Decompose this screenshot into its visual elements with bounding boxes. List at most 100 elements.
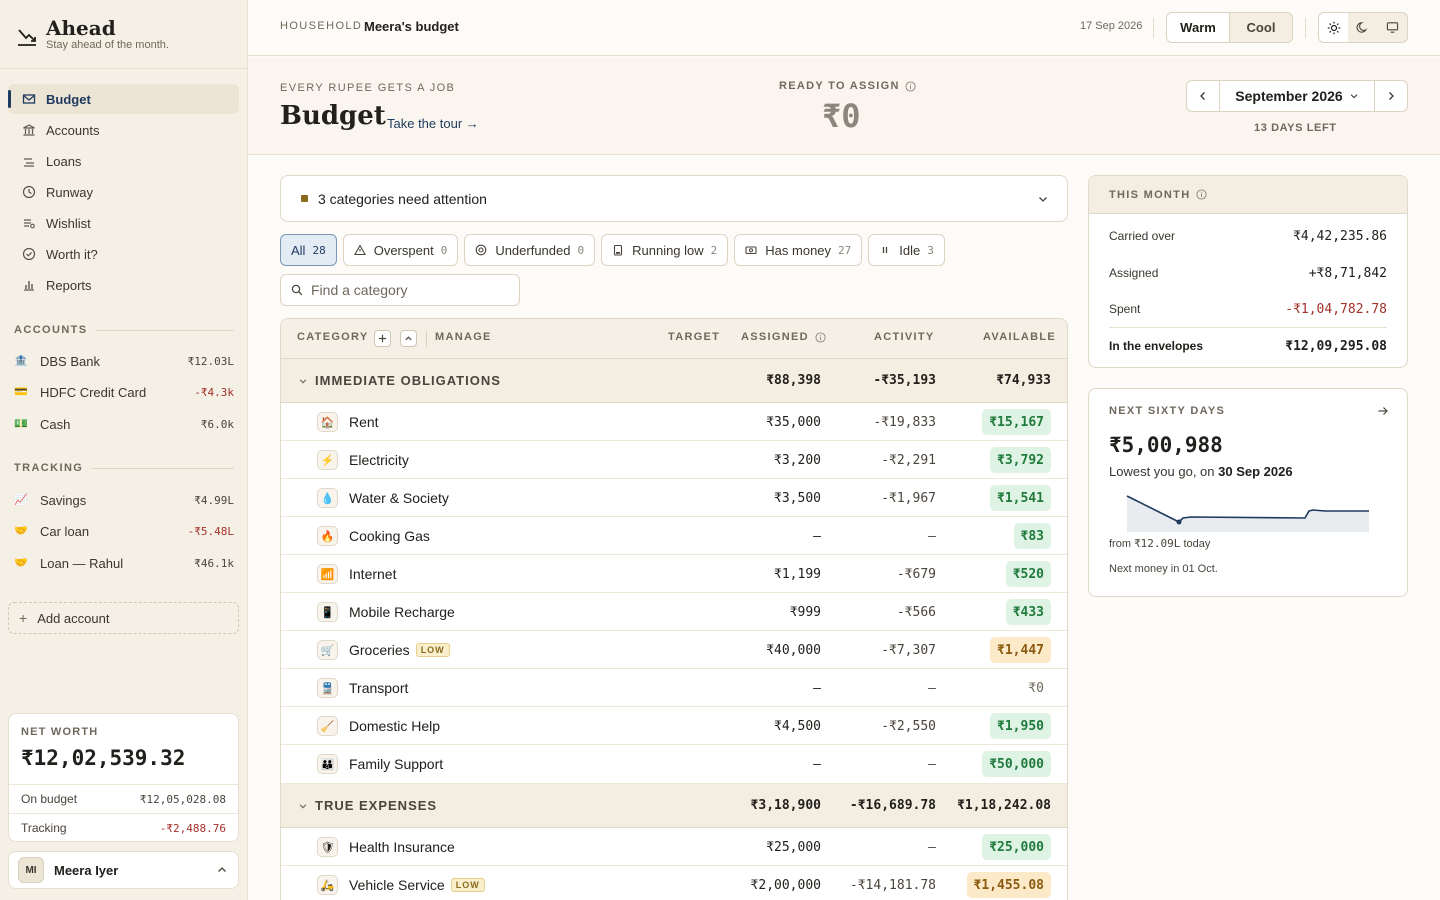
nav-item-runway[interactable]: Runway	[8, 177, 239, 207]
next-sixty-days-card[interactable]: NEXT SIXTY DAYS ₹5,00,988 Lowest you go,…	[1088, 388, 1408, 597]
nav-item-wishlist[interactable]: Wishlist	[8, 208, 239, 238]
tracking-item-loan-rahul[interactable]: 🤝 Loan — Rahul ₹46.1k	[14, 551, 234, 575]
available-pill[interactable]: ₹25,000	[982, 834, 1051, 860]
assigned-input[interactable]: ₹25,000	[766, 840, 821, 855]
system-mode-button[interactable]	[1378, 13, 1407, 42]
filter-count: 0	[577, 243, 585, 257]
filter-idle[interactable]: Idle 3	[868, 234, 945, 266]
account-item-cash[interactable]: 💵 Cash ₹6.0k	[14, 412, 234, 436]
assigned-input[interactable]: ₹3,500	[774, 491, 821, 506]
category-row-electricity[interactable]: ⚡ Electricity ₹3,200 -₹2,291 ₹3,792	[281, 441, 1067, 479]
category-row-vehicle-service[interactable]: 🛵 Vehicle Service LOW ₹2,00,000 -₹14,181.…	[281, 866, 1067, 900]
filter-overspent[interactable]: Overspent 0	[342, 234, 459, 266]
activity-value[interactable]: –	[928, 529, 936, 544]
nav-item-loans[interactable]: Loans	[8, 146, 239, 176]
category-row-family-support[interactable]: 👪 Family Support – – ₹50,000	[281, 745, 1067, 784]
nav-item-worth-it[interactable]: Worth it?	[8, 239, 239, 269]
assigned-input[interactable]: –	[813, 529, 821, 544]
info-icon[interactable]	[1196, 189, 1207, 200]
activity-value[interactable]: –	[928, 840, 936, 855]
category-row-internet[interactable]: 📶 Internet ₹1,199 -₹679 ₹520	[281, 555, 1067, 593]
take-tour-link[interactable]: Take the tour →	[387, 116, 479, 131]
assigned-input[interactable]: ₹40,000	[766, 643, 821, 658]
theme-option-cool[interactable]: Cool	[1230, 13, 1292, 42]
nav-item-reports[interactable]: Reports	[8, 270, 239, 300]
category-row-transport[interactable]: 🚆 Transport – – ₹0	[281, 669, 1067, 707]
assigned-input[interactable]: ₹999	[790, 605, 821, 620]
available-pill[interactable]: ₹50,000	[982, 751, 1051, 777]
assigned-input[interactable]: ₹35,000	[766, 415, 821, 430]
available-pill[interactable]: ₹520	[1005, 561, 1051, 587]
activity-value[interactable]: -₹679	[897, 567, 936, 582]
attention-banner[interactable]: 3 categories need attention	[280, 175, 1068, 222]
info-icon[interactable]	[815, 332, 826, 343]
available-pill[interactable]: ₹433	[1005, 599, 1051, 625]
activity-value[interactable]: -₹7,307	[881, 643, 936, 658]
filter-has-money[interactable]: Has money 27	[734, 234, 863, 266]
available-pill[interactable]: ₹1,541	[990, 485, 1051, 511]
activity-value[interactable]: -₹19,833	[873, 415, 936, 430]
available-pill[interactable]: ₹1,455.08	[966, 872, 1051, 898]
assigned-input[interactable]: –	[813, 757, 821, 772]
this-month-card: THIS MONTH Carried over ₹4,42,235.86 Ass…	[1088, 175, 1408, 368]
filter-all[interactable]: All 28	[280, 234, 337, 266]
category-row-health-insurance[interactable]: 🛡 Health Insurance ₹25,000 – ₹25,000	[281, 828, 1067, 866]
brand[interactable]: Ahead Stay ahead of the month.	[16, 16, 232, 60]
category-row-cooking-gas[interactable]: 🔥 Cooking Gas – – ₹83	[281, 517, 1067, 555]
theme-option-warm[interactable]: Warm	[1167, 13, 1230, 42]
next-month-button[interactable]	[1374, 81, 1407, 111]
collapse-all-button[interactable]	[400, 330, 417, 347]
filter-label: All	[291, 242, 306, 258]
dark-mode-button[interactable]	[1348, 13, 1377, 42]
category-row-rent[interactable]: 🏠 Rent ₹35,000 -₹19,833 ₹15,167	[281, 403, 1067, 441]
light-mode-button[interactable]	[1319, 13, 1349, 42]
tracking-item-savings[interactable]: 📈 Savings ₹4.99L	[14, 488, 234, 512]
scooter-icon: 🛵	[317, 875, 338, 895]
manage-button[interactable]: MANAGE	[435, 331, 492, 343]
available-pill[interactable]: ₹1,447	[990, 637, 1051, 663]
household-name[interactable]: Meera's budget	[364, 19, 459, 34]
activity-value[interactable]: –	[928, 757, 936, 772]
activity-value[interactable]: -₹1,967	[881, 491, 936, 506]
available-pill[interactable]: ₹3,792	[990, 447, 1051, 473]
tracking-item-car-loan[interactable]: 🤝 Car loan -₹5.48L	[14, 519, 234, 543]
assigned-input[interactable]: –	[813, 681, 821, 696]
category-group-true-expenses[interactable]: TRUE EXPENSES ₹3,18,900 -₹16,689.78 ₹1,1…	[281, 784, 1067, 828]
info-icon[interactable]	[905, 80, 916, 92]
column-header-category[interactable]: CATEGORY	[297, 331, 369, 343]
activity-value[interactable]: -₹2,550	[881, 719, 936, 734]
available-pill[interactable]: ₹83	[1013, 523, 1051, 549]
chevron-down-icon[interactable]	[298, 376, 308, 386]
assigned-input[interactable]: ₹3,200	[774, 453, 821, 468]
category-search-input[interactable]	[311, 282, 511, 298]
category-row-mobile-recharge[interactable]: 📱 Mobile Recharge ₹999 -₹566 ₹433	[281, 593, 1067, 631]
nav-item-accounts[interactable]: Accounts	[8, 115, 239, 145]
available-pill[interactable]: ₹0	[1021, 675, 1051, 701]
category-group-immediate-obligations[interactable]: IMMEDIATE OBLIGATIONS ₹88,398 -₹35,193 ₹…	[281, 359, 1067, 403]
account-item-hdfc-credit-card[interactable]: 💳 HDFC Credit Card -₹4.3k	[14, 380, 234, 404]
spent-label: Spent	[1109, 302, 1141, 316]
nav-item-budget[interactable]: Budget	[8, 84, 239, 114]
account-item-dbs-bank[interactable]: 🏦 DBS Bank ₹12.03L	[14, 349, 234, 373]
category-row-domestic-help[interactable]: 🧹 Domestic Help ₹4,500 -₹2,550 ₹1,950	[281, 707, 1067, 745]
category-row-groceries[interactable]: 🛒 Groceries LOW ₹40,000 -₹7,307 ₹1,447	[281, 631, 1067, 669]
category-row-water-society[interactable]: 💧 Water & Society ₹3,500 -₹1,967 ₹1,541	[281, 479, 1067, 517]
filter-underfunded[interactable]: Underfunded 0	[464, 234, 596, 266]
activity-value[interactable]: -₹14,181.78	[850, 878, 936, 893]
chevron-down-icon[interactable]	[298, 801, 308, 811]
available-pill[interactable]: ₹15,167	[982, 409, 1051, 435]
add-account-button[interactable]: + Add account	[8, 602, 239, 634]
add-group-button[interactable]	[374, 330, 391, 347]
assigned-input[interactable]: ₹1,199	[774, 567, 821, 582]
filter-running-low[interactable]: Running low 2	[601, 234, 729, 266]
assigned-input[interactable]: ₹2,00,000	[751, 878, 821, 893]
month-select[interactable]: September 2026	[1220, 81, 1374, 111]
previous-month-button[interactable]	[1187, 81, 1220, 111]
user-menu[interactable]: MI Meera Iyer	[8, 851, 239, 889]
assigned-input[interactable]: ₹4,500	[774, 719, 821, 734]
arrow-right-icon[interactable]	[1377, 405, 1389, 417]
activity-value[interactable]: -₹566	[897, 605, 936, 620]
activity-value[interactable]: –	[928, 681, 936, 696]
available-pill[interactable]: ₹1,950	[990, 713, 1051, 739]
activity-value[interactable]: -₹2,291	[881, 453, 936, 468]
